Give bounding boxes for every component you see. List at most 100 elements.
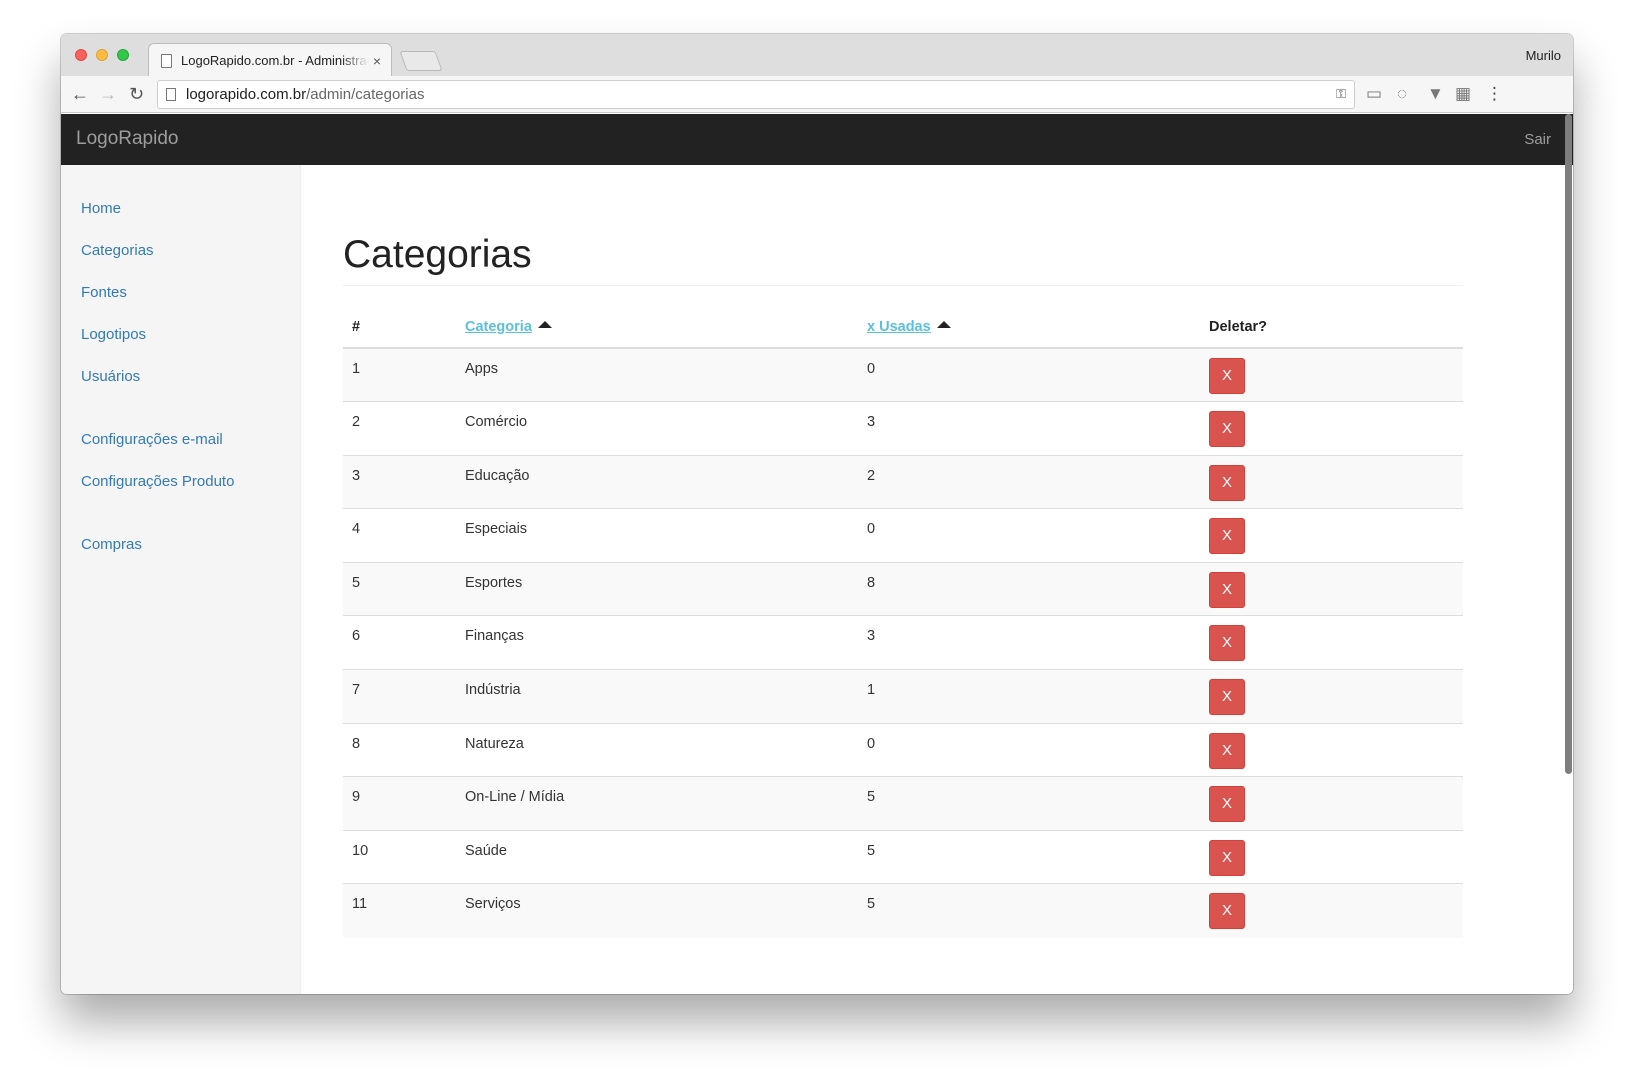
index-cell: 9 (343, 776, 456, 831)
sidebar-item: Usuários (61, 361, 300, 403)
category-cell: Indústria (456, 669, 858, 724)
delete-button[interactable]: X (1209, 358, 1245, 394)
table-body: 1 Apps 0 X 2 Comércio 3 X 3 Educação 2 X 4 Especiais 0… (343, 347, 1463, 938)
table-row: 3 Educação 2 X (343, 454, 1463, 509)
tab-title: LogoRapido.com.br - Administração (181, 53, 369, 68)
delete-button[interactable]: X (1209, 893, 1245, 930)
sidebar-link-home[interactable]: Home (61, 193, 300, 235)
logout-link[interactable]: Sair (1524, 131, 1551, 148)
delete-cell: X (1200, 561, 1463, 616)
sort-usadas-link[interactable]: x Usadas (867, 319, 931, 335)
index-cell: 7 (343, 669, 456, 724)
page-icon (161, 53, 172, 68)
reload-icon[interactable]: ↻ (129, 83, 144, 105)
index-cell: 10 (343, 829, 456, 884)
sidebar-link-compras[interactable]: Compras (61, 529, 300, 571)
sort-up-icon (537, 320, 552, 328)
header-usadas[interactable]: x Usadas (858, 306, 1200, 349)
index-cell: 1 (343, 347, 456, 402)
category-cell: Educação (456, 454, 858, 509)
delete-button[interactable]: X (1209, 464, 1245, 501)
table-row: 7 Indústria 1 X (343, 669, 1463, 724)
sidebar-link-configura-es-e-mail[interactable]: Configurações e-mail (61, 424, 300, 466)
delete-button[interactable]: X (1209, 679, 1245, 716)
category-cell: Natureza (456, 722, 858, 777)
sidebar-item: Categorias (61, 235, 300, 277)
sidebar-link-configura-es-produto[interactable]: Configurações Produto (61, 466, 300, 508)
delete-cell: X (1200, 615, 1463, 670)
table-row: 2 Comércio 3 X (343, 401, 1463, 456)
sort-categoria-link[interactable]: Categoria (465, 319, 532, 335)
qr-icon[interactable]: ▦ (1455, 84, 1471, 104)
forward-arrow-icon[interactable]: → (99, 83, 117, 105)
delete-cell: X (1200, 776, 1463, 831)
delete-button[interactable]: X (1209, 732, 1245, 769)
usage-cell: 3 (858, 401, 1200, 456)
table-row: 1 Apps 0 X (343, 347, 1463, 402)
delete-cell: X (1200, 508, 1463, 563)
category-cell: Esportes (456, 561, 858, 616)
back-arrow-icon[interactable]: ← (71, 83, 89, 105)
minimize-window-button[interactable] (96, 49, 108, 61)
table-row: 8 Natureza 0 X (343, 722, 1463, 777)
delete-button[interactable]: X (1209, 571, 1245, 608)
cast-icon[interactable]: ▭ (1366, 84, 1382, 104)
table-row: 10 Saúde 5 X (343, 829, 1463, 884)
category-cell: Saúde (456, 829, 858, 884)
key-icon[interactable]: ⚿ (1336, 86, 1346, 102)
page-scrollbar[interactable] (1565, 114, 1572, 774)
sidebar-nav: Home Categorias Fontes Logotipos Usuários Con… (61, 165, 300, 571)
categories-table: # Categoria x Usadas Deletar? 1 Apps 0 X 2 Co… (343, 306, 1463, 938)
sidebar-item: Home (61, 193, 300, 235)
index-cell: 11 (343, 883, 456, 938)
close-tab-icon[interactable]: × (373, 53, 381, 69)
sort-up-icon (936, 320, 951, 328)
delete-cell: X (1200, 401, 1463, 456)
delete-cell: X (1200, 454, 1463, 509)
delete-button[interactable]: X (1209, 518, 1245, 555)
url-host: logorapido.com.br (186, 86, 307, 103)
index-cell: 4 (343, 508, 456, 563)
table-row: 9 On-Line / Mídia 5 X (343, 776, 1463, 831)
table-row: 6 Finanças 3 X (343, 615, 1463, 670)
usage-cell: 5 (858, 776, 1200, 831)
sidebar-item: Configurações Produto (61, 466, 300, 508)
sidebar-link-categorias[interactable]: Categorias (61, 235, 300, 277)
index-cell: 6 (343, 615, 456, 670)
delete-cell: X (1200, 883, 1463, 938)
index-cell: 3 (343, 454, 456, 509)
header-deletar: Deletar? (1200, 306, 1463, 349)
delete-button[interactable]: X (1209, 411, 1245, 448)
brand-logo[interactable]: LogoRapido (76, 128, 178, 150)
url-path: /admin/categorias (306, 86, 425, 103)
usage-cell: 5 (858, 883, 1200, 938)
sidebar-link-fontes[interactable]: Fontes (61, 277, 300, 319)
category-cell: Apps (456, 347, 858, 402)
new-tab-button[interactable] (399, 51, 443, 71)
delete-button[interactable]: X (1209, 786, 1245, 823)
category-cell: Comércio (456, 401, 858, 456)
page-title: Categorias (343, 233, 1463, 286)
delete-button[interactable]: X (1209, 625, 1245, 662)
sidebar-link-usu-rios[interactable]: Usuários (61, 361, 300, 403)
usage-cell: 0 (858, 508, 1200, 563)
sidebar-item: Configurações e-mail (61, 424, 300, 466)
index-cell: 5 (343, 561, 456, 616)
usage-cell: 8 (858, 561, 1200, 616)
sidebar-link-logotipos[interactable]: Logotipos (61, 319, 300, 361)
delete-button[interactable]: X (1209, 839, 1245, 876)
title-bar: LogoRapido.com.br - Administração × Muri… (61, 34, 1573, 77)
sidebar-item: Fontes (61, 277, 300, 319)
page-info-icon[interactable] (166, 88, 176, 101)
header-index: # (343, 306, 456, 349)
close-window-button[interactable] (75, 49, 87, 61)
zoom-window-button[interactable] (117, 49, 129, 61)
vivaldi-icon[interactable]: ▼ (1427, 84, 1444, 104)
menu-dots-icon[interactable]: ⋮ (1486, 84, 1503, 104)
profile-name[interactable]: Murilo (1526, 48, 1561, 63)
address-bar[interactable]: logorapido.com.br/admin/categorias ⚿ (157, 80, 1355, 109)
extension-circle-icon[interactable]: ◌ (1397, 84, 1407, 104)
header-categoria[interactable]: Categoria (456, 306, 858, 349)
sidebar-item: Compras (61, 529, 300, 571)
browser-tab[interactable]: LogoRapido.com.br - Administração × (148, 43, 392, 77)
